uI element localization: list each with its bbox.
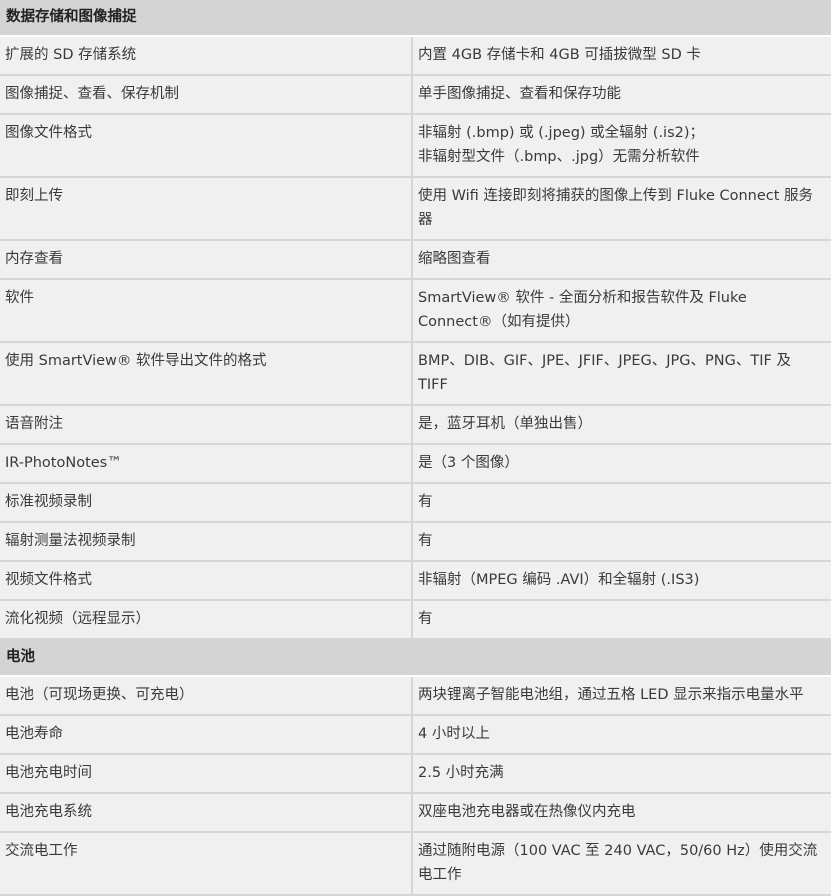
spec-label: 辐射测量法视频录制 bbox=[0, 523, 413, 562]
table-row: 图像文件格式 非辐射 (.bmp) 或 (.jpeg) 或全辐射 (.is2)； … bbox=[0, 115, 831, 178]
spec-label: 电池充电时间 bbox=[0, 755, 413, 794]
table-row: 内存查看 缩略图查看 bbox=[0, 241, 831, 280]
table-row: 扩展的 SD 存储系统 内置 4GB 存储卡和 4GB 可插拔微型 SD 卡 bbox=[0, 37, 831, 76]
spec-label: 电池充电系统 bbox=[0, 794, 413, 833]
section-header-battery: 电池 bbox=[0, 640, 831, 677]
spec-value: 双座电池充电器或在热像仪内充电 bbox=[413, 794, 831, 833]
table-row: 电池充电系统 双座电池充电器或在热像仪内充电 bbox=[0, 794, 831, 833]
spec-value: 内置 4GB 存储卡和 4GB 可插拔微型 SD 卡 bbox=[413, 37, 831, 76]
spec-value: 2.5 小时充满 bbox=[413, 755, 831, 794]
section-title: 数据存储和图像捕捉 bbox=[0, 0, 831, 37]
spec-value: 非辐射（MPEG 编码 .AVI）和全辐射 (.IS3) bbox=[413, 562, 831, 601]
spec-label: IR-PhotoNotes™ bbox=[0, 445, 413, 484]
spec-label: 扩展的 SD 存储系统 bbox=[0, 37, 413, 76]
table-row: 电池充电时间 2.5 小时充满 bbox=[0, 755, 831, 794]
spec-label: 交流电工作 bbox=[0, 833, 413, 896]
spec-value: 单手图像捕捉、查看和保存功能 bbox=[413, 76, 831, 115]
spec-value: 非辐射 (.bmp) 或 (.jpeg) 或全辐射 (.is2)； 非辐射型文件… bbox=[413, 115, 831, 178]
spec-value: 4 小时以上 bbox=[413, 716, 831, 755]
table-row: 电池（可现场更换、可充电） 两块锂离子智能电池组，通过五格 LED 显示来指示电量… bbox=[0, 677, 831, 716]
spec-value: SmartView® 软件 - 全面分析和报告软件及 Fluke Connect… bbox=[413, 280, 831, 343]
spec-label: 图像捕捉、查看、保存机制 bbox=[0, 76, 413, 115]
spec-label: 即刻上传 bbox=[0, 178, 413, 241]
spec-label: 标准视频录制 bbox=[0, 484, 413, 523]
table-row: 图像捕捉、查看、保存机制 单手图像捕捉、查看和保存功能 bbox=[0, 76, 831, 115]
table-row: 使用 SmartView® 软件导出文件的格式 BMP、DIB、GIF、JPE、J… bbox=[0, 343, 831, 406]
section-header-storage: 数据存储和图像捕捉 bbox=[0, 0, 831, 37]
spec-table-body: 数据存储和图像捕捉 扩展的 SD 存储系统 内置 4GB 存储卡和 4GB 可插拔… bbox=[0, 0, 831, 896]
spec-label: 流化视频（远程显示） bbox=[0, 601, 413, 640]
spec-label: 软件 bbox=[0, 280, 413, 343]
spec-label: 语音附注 bbox=[0, 406, 413, 445]
table-row: IR-PhotoNotes™ 是（3 个图像） bbox=[0, 445, 831, 484]
spec-label: 视频文件格式 bbox=[0, 562, 413, 601]
spec-value: BMP、DIB、GIF、JPE、JFIF、JPEG、JPG、PNG、TIF 及 … bbox=[413, 343, 831, 406]
table-row: 语音附注 是，蓝牙耳机（单独出售） bbox=[0, 406, 831, 445]
spec-value: 有 bbox=[413, 523, 831, 562]
table-row: 辐射测量法视频录制有 bbox=[0, 523, 831, 562]
spec-value: 使用 Wifi 连接即刻将捕获的图像上传到 Fluke Connect 服务器 bbox=[413, 178, 831, 241]
spec-value: 两块锂离子智能电池组，通过五格 LED 显示来指示电量水平 bbox=[413, 677, 831, 716]
spec-table: 数据存储和图像捕捉 扩展的 SD 存储系统 内置 4GB 存储卡和 4GB 可插拔… bbox=[0, 0, 831, 896]
spec-value: 有 bbox=[413, 601, 831, 640]
spec-value: 有 bbox=[413, 484, 831, 523]
table-row: 即刻上传 使用 Wifi 连接即刻将捕获的图像上传到 Fluke Connect … bbox=[0, 178, 831, 241]
spec-label: 图像文件格式 bbox=[0, 115, 413, 178]
spec-value: 是（3 个图像） bbox=[413, 445, 831, 484]
spec-label: 使用 SmartView® 软件导出文件的格式 bbox=[0, 343, 413, 406]
spec-value: 通过随附电源（100 VAC 至 240 VAC，50/60 Hz）使用交流电工… bbox=[413, 833, 831, 896]
spec-value: 是，蓝牙耳机（单独出售） bbox=[413, 406, 831, 445]
spec-label: 电池（可现场更换、可充电） bbox=[0, 677, 413, 716]
table-row: 流化视频（远程显示）有 bbox=[0, 601, 831, 640]
section-title: 电池 bbox=[0, 640, 831, 677]
table-row: 软件 SmartView® 软件 - 全面分析和报告软件及 Fluke Conne… bbox=[0, 280, 831, 343]
spec-label: 电池寿命 bbox=[0, 716, 413, 755]
table-row: 视频文件格式 非辐射（MPEG 编码 .AVI）和全辐射 (.IS3) bbox=[0, 562, 831, 601]
table-row: 标准视频录制有 bbox=[0, 484, 831, 523]
table-row: 交流电工作 通过随附电源（100 VAC 至 240 VAC，50/60 Hz）使… bbox=[0, 833, 831, 896]
spec-value: 缩略图查看 bbox=[413, 241, 831, 280]
table-row: 电池寿命 4 小时以上 bbox=[0, 716, 831, 755]
spec-label: 内存查看 bbox=[0, 241, 413, 280]
